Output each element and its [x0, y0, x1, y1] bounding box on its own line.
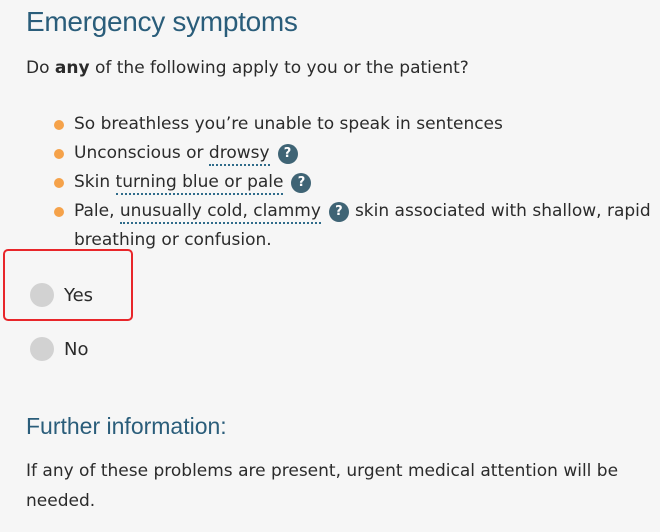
question-text: Do any of the following apply to you or …	[26, 58, 469, 78]
radio-button-yes[interactable]	[30, 283, 54, 307]
symptom-item-breathless: So breathless you’re unable to speak in …	[52, 110, 652, 139]
question-emphasis: any	[54, 58, 90, 78]
question-prefix: Do	[26, 58, 55, 78]
help-icon[interactable]: ?	[277, 144, 298, 164]
symptom-item-skin-colour: Skin turning blue or pale?	[52, 168, 652, 197]
further-info-heading: Further information:	[26, 413, 227, 439]
symptom-item-drowsy: Unconscious or drowsy?	[52, 139, 652, 168]
bullet-icon	[54, 178, 64, 188]
help-icon[interactable]: ?	[291, 173, 312, 193]
radio-label-no: No	[64, 338, 89, 360]
symptom-list: So breathless you’re unable to speak in …	[52, 110, 652, 255]
bullet-icon	[54, 149, 64, 159]
symptom-text: So breathless you’re unable to speak in …	[74, 114, 503, 134]
glossary-term-drowsy[interactable]: drowsy	[208, 143, 270, 166]
radio-option-no[interactable]: No	[30, 337, 88, 361]
glossary-term-turning-blue[interactable]: turning blue or pale	[115, 172, 284, 195]
bullet-icon	[54, 120, 64, 130]
symptom-text: Unconscious or	[74, 143, 209, 163]
bullet-icon	[54, 207, 64, 217]
radio-option-yes[interactable]: Yes	[30, 283, 93, 307]
page-title: Emergency symptoms	[26, 6, 298, 37]
radio-button-no[interactable]	[30, 337, 54, 361]
radio-label-yes: Yes	[64, 284, 94, 306]
question-suffix: of the following apply to you or the pat…	[89, 58, 469, 78]
glossary-term-clammy[interactable]: unusually cold, clammy	[119, 201, 321, 224]
further-info-text: If any of these problems are present, ur…	[26, 461, 619, 511]
symptom-text: Skin	[74, 172, 116, 192]
symptom-text: Pale,	[74, 201, 120, 221]
help-icon[interactable]: ?	[328, 202, 349, 222]
symptom-item-clammy: Pale, unusually cold, clammy? skin associ…	[52, 197, 652, 255]
